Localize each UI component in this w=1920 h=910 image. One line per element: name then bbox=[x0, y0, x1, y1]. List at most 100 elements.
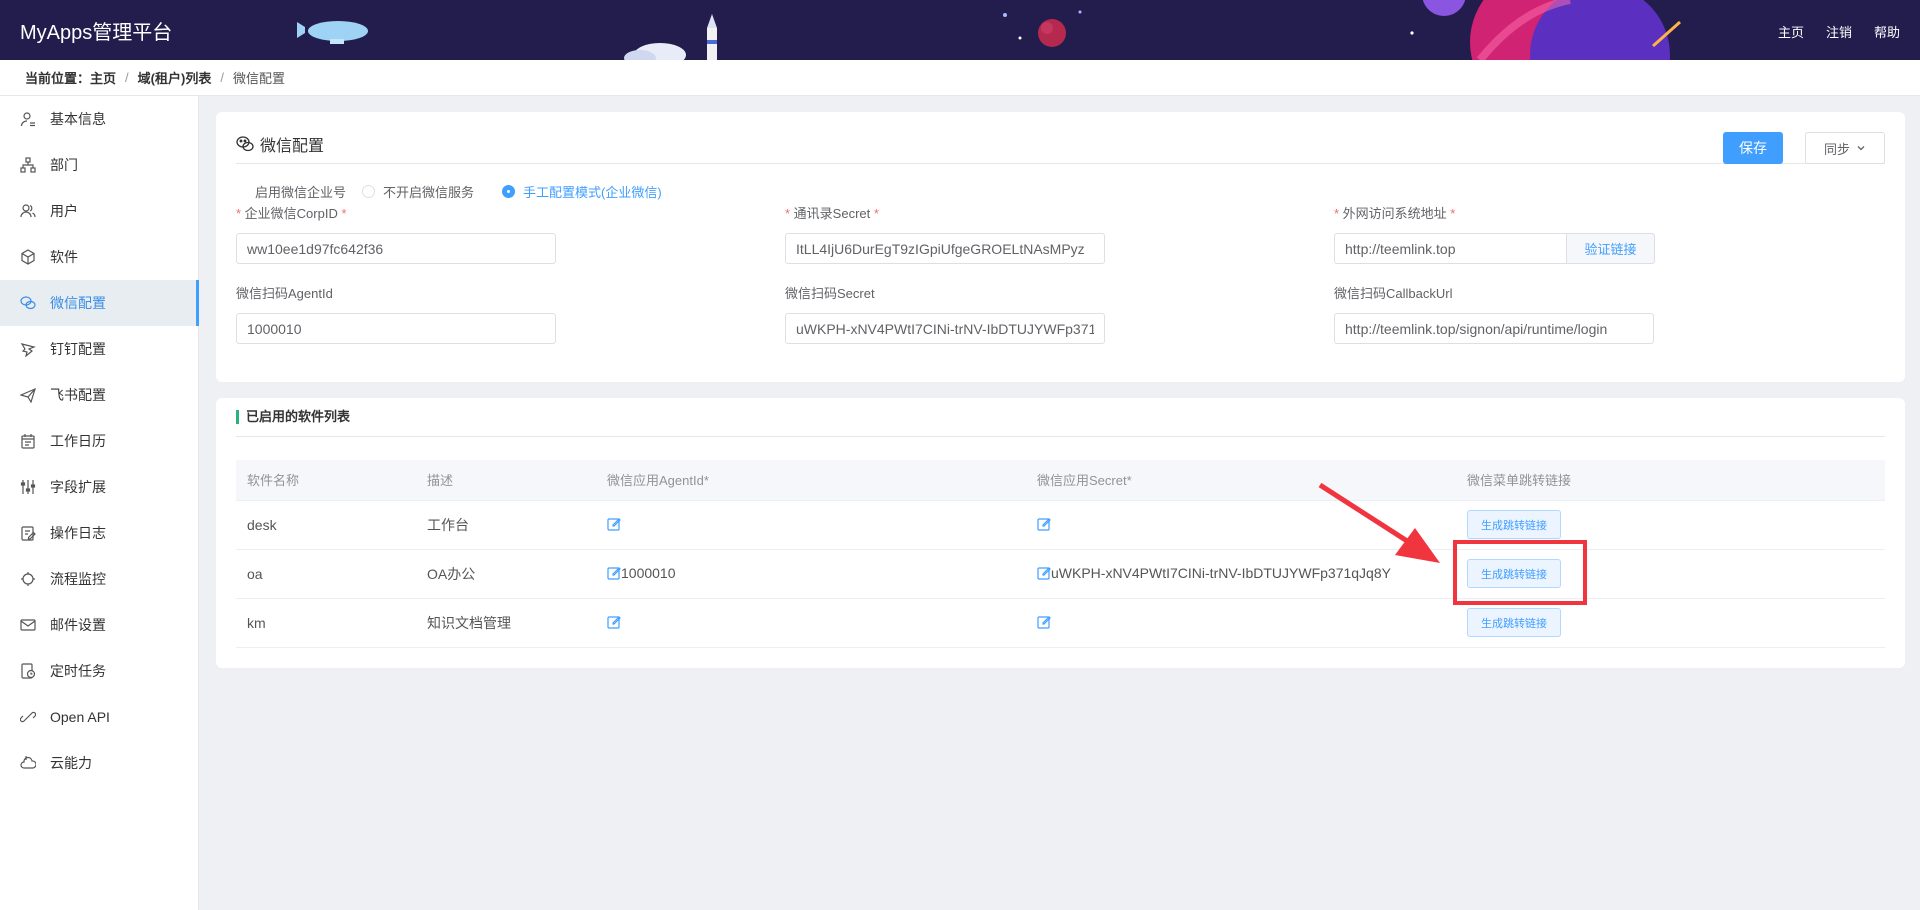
users-icon bbox=[20, 203, 36, 219]
jump-link-cell: 生成跳转链接 bbox=[1456, 598, 1885, 648]
api-icon bbox=[20, 709, 36, 725]
external-url-input[interactable] bbox=[1334, 233, 1567, 264]
sync-label: 同步 bbox=[1823, 141, 1850, 157]
wechat-config-card: 微信配置 保存 同步 启用微信企业号 不开启微信服务 手工配置模式(企业微信) … bbox=[216, 112, 1905, 382]
sidebar: 基本信息 部门 用户 软件 微信配置 钉钉配置 飞书配置 工作日历 字段扩展 操… bbox=[0, 96, 199, 910]
software-name-cell: oa bbox=[236, 549, 416, 599]
agent-id-cell: 1000010 bbox=[596, 549, 1026, 599]
secret-value: uWKPH-xNV4PWtI7CINi-trNV-IbDTUJYWFp371qJ… bbox=[1051, 564, 1391, 581]
jump-link-cell: 生成跳转链接 bbox=[1456, 500, 1885, 550]
column-header: 软件名称 bbox=[236, 460, 416, 501]
agent-id-cell bbox=[596, 598, 1026, 648]
contacts-secret-field-group: * 通讯录Secret * bbox=[785, 203, 1105, 264]
wechat-icon bbox=[20, 295, 36, 311]
nav-help-link[interactable]: 帮助 bbox=[1874, 22, 1900, 41]
org-tree-icon bbox=[20, 157, 36, 173]
sidebar-item-label: 软件 bbox=[50, 249, 78, 265]
scan-secret-label: 微信扫码Secret bbox=[785, 286, 875, 301]
edit-icon[interactable] bbox=[607, 615, 621, 632]
corp-id-input[interactable] bbox=[236, 233, 556, 264]
sidebar-item-software[interactable]: 软件 bbox=[0, 234, 198, 280]
verify-link-button[interactable]: 验证链接 bbox=[1567, 233, 1655, 264]
edit-icon[interactable] bbox=[1037, 517, 1051, 534]
sidebar-item-operation-log[interactable]: 操作日志 bbox=[0, 510, 198, 556]
sidebar-item-basic-info[interactable]: 基本信息 bbox=[0, 96, 198, 142]
user-info-icon bbox=[20, 111, 36, 127]
nav-logout-link[interactable]: 注销 bbox=[1826, 22, 1852, 41]
calendar-icon bbox=[20, 433, 36, 449]
sidebar-item-label: 流程监控 bbox=[50, 571, 106, 587]
secret-cell: uWKPH-xNV4PWtI7CINi-trNV-IbDTUJYWFp371qJ… bbox=[1026, 549, 1456, 599]
callback-url-input[interactable] bbox=[1334, 313, 1654, 344]
save-button[interactable]: 保存 bbox=[1723, 132, 1783, 164]
breadcrumb-home[interactable]: 主页 bbox=[90, 68, 116, 87]
sidebar-item-users[interactable]: 用户 bbox=[0, 188, 198, 234]
sidebar-item-flow-monitor[interactable]: 流程监控 bbox=[0, 556, 198, 602]
radio-circle bbox=[362, 185, 376, 198]
contacts-secret-input[interactable] bbox=[785, 233, 1105, 264]
column-header: 微信应用Secret* bbox=[1026, 460, 1456, 501]
description-cell: 工作台 bbox=[416, 500, 596, 550]
breadcrumb-tenant-list[interactable]: 域(租户)列表 bbox=[138, 68, 212, 87]
radio-circle bbox=[502, 185, 516, 198]
edit-icon[interactable] bbox=[607, 566, 621, 583]
sidebar-item-mail-settings[interactable]: 邮件设置 bbox=[0, 602, 198, 648]
sidebar-item-cloud[interactable]: 云能力 bbox=[0, 740, 198, 786]
description-cell: OA办公 bbox=[416, 549, 596, 599]
scan-secret-input[interactable] bbox=[785, 313, 1105, 344]
sidebar-item-label: 邮件设置 bbox=[50, 617, 106, 633]
enable-wechat-row: 启用微信企业号 不开启微信服务 手工配置模式(企业微信) bbox=[255, 182, 690, 201]
required-mark: * bbox=[1446, 206, 1456, 221]
table-header-row: 软件名称 描述 微信应用AgentId* 微信应用Secret* 微信菜单跳转链… bbox=[236, 460, 1885, 501]
generate-jump-link-button[interactable]: 生成跳转链接 bbox=[1467, 559, 1561, 588]
generate-jump-link-button[interactable]: 生成跳转链接 bbox=[1467, 608, 1561, 637]
agent-id-input[interactable] bbox=[236, 313, 556, 344]
sidebar-item-department[interactable]: 部门 bbox=[0, 142, 198, 188]
top-header: MyApps管理平台 主页 注销 帮助 bbox=[0, 0, 1920, 60]
radio-label: 手工配置模式(企业微信) bbox=[523, 185, 662, 200]
sidebar-item-label: 微信配置 bbox=[50, 295, 106, 311]
corp-id-label: 企业微信CorpID bbox=[244, 206, 338, 221]
generate-jump-link-button[interactable]: 生成跳转链接 bbox=[1467, 510, 1561, 539]
radio-disable-wechat[interactable]: 不开启微信服务 bbox=[362, 182, 474, 201]
edit-icon[interactable] bbox=[607, 517, 621, 534]
breadcrumb-separator: / bbox=[125, 70, 129, 85]
scan-secret-field-group: 微信扫码Secret bbox=[785, 283, 1105, 344]
sidebar-item-label: 操作日志 bbox=[50, 525, 106, 541]
edit-icon[interactable] bbox=[1037, 615, 1051, 632]
sidebar-item-field-extension[interactable]: 字段扩展 bbox=[0, 464, 198, 510]
software-name-cell: km bbox=[236, 598, 416, 648]
mail-icon bbox=[20, 617, 36, 633]
required-mark: * bbox=[337, 206, 347, 221]
agent-id-cell bbox=[596, 500, 1026, 550]
sync-dropdown-button[interactable]: 同步 bbox=[1805, 132, 1885, 164]
sidebar-item-label: 工作日历 bbox=[50, 433, 106, 449]
required-mark: * bbox=[1334, 206, 1343, 221]
edit-icon[interactable] bbox=[1037, 566, 1051, 583]
corp-id-field-group: * 企业微信CorpID * bbox=[236, 203, 556, 264]
header-decoration bbox=[297, 0, 1681, 60]
sidebar-item-open-api[interactable]: Open API bbox=[0, 694, 198, 740]
sidebar-item-label: 定时任务 bbox=[50, 663, 106, 679]
sidebar-item-label: 用户 bbox=[50, 203, 78, 219]
sidebar-item-work-calendar[interactable]: 工作日历 bbox=[0, 418, 198, 464]
agent-id-label: 微信扫码AgentId bbox=[236, 286, 333, 301]
sidebar-item-scheduled-tasks[interactable]: 定时任务 bbox=[0, 648, 198, 694]
table-row: desk 工作台 生成跳转链接 bbox=[236, 500, 1885, 550]
sidebar-item-wechat-config[interactable]: 微信配置 bbox=[0, 280, 199, 326]
sidebar-item-label: 云能力 bbox=[50, 755, 92, 771]
cube-icon bbox=[20, 249, 36, 265]
section-divider bbox=[236, 436, 1885, 437]
section-title: 已启用的软件列表 bbox=[236, 410, 350, 424]
external-url-field-group: * 外网访问系统地址 * 验证链接 bbox=[1334, 203, 1655, 264]
sidebar-item-feishu-config[interactable]: 飞书配置 bbox=[0, 372, 198, 418]
sidebar-item-label: 钉钉配置 bbox=[50, 341, 106, 357]
column-header: 描述 bbox=[416, 460, 596, 501]
radio-manual-config[interactable]: 手工配置模式(企业微信) bbox=[502, 182, 662, 201]
nav-home-link[interactable]: 主页 bbox=[1778, 22, 1804, 41]
breadcrumb-prefix: 当前位置： bbox=[25, 71, 91, 86]
column-header: 微信应用AgentId* bbox=[596, 460, 1026, 501]
column-header: 微信菜单跳转链接 bbox=[1456, 460, 1885, 501]
sidebar-item-dingtalk-config[interactable]: 钉钉配置 bbox=[0, 326, 198, 372]
header-nav: 主页 注销 帮助 bbox=[1778, 22, 1900, 41]
